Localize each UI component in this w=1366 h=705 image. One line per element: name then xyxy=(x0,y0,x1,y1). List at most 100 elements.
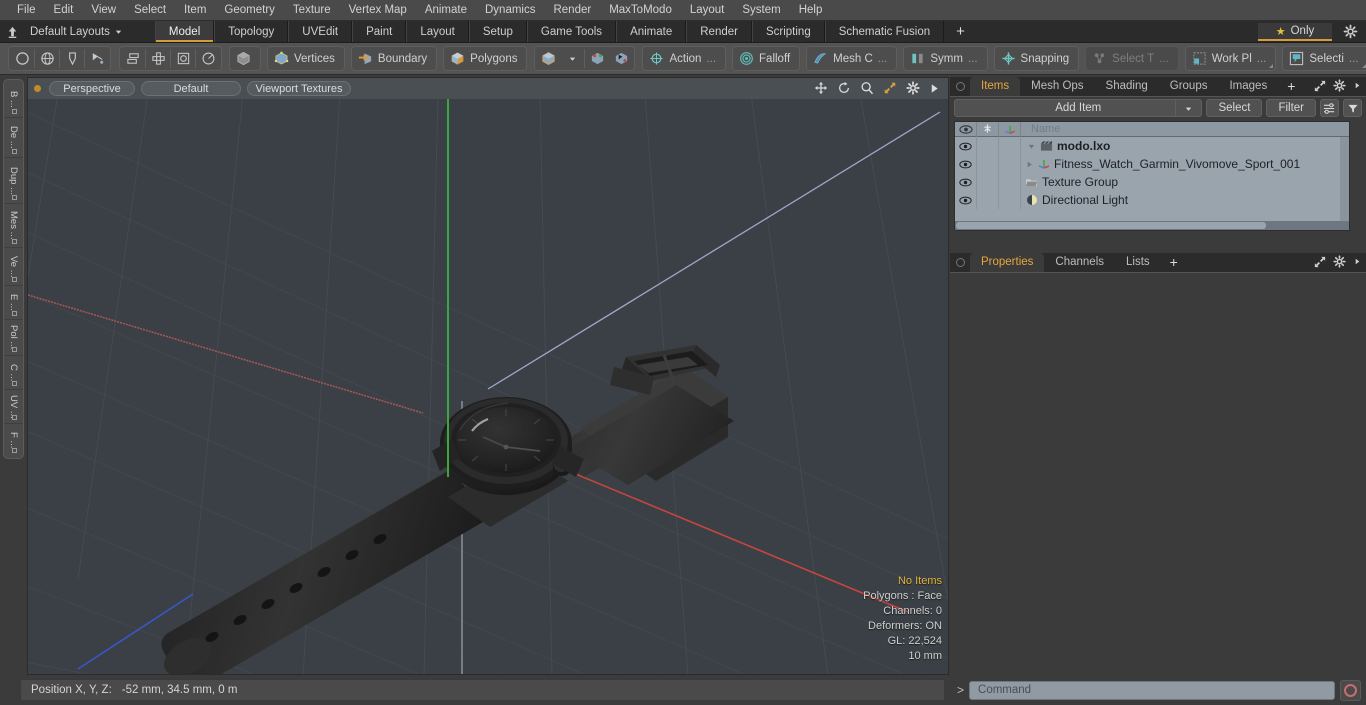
snap-poly-icon[interactable] xyxy=(609,47,633,70)
tab-shading[interactable]: Shading xyxy=(1095,77,1159,96)
menu-item-geometry[interactable]: Geometry xyxy=(215,0,284,21)
add-layout-tab-button[interactable]: + xyxy=(944,21,977,42)
expander-down-icon[interactable] xyxy=(1027,142,1036,151)
default-layouts-dropdown[interactable]: Default Layouts xyxy=(24,21,133,42)
panel-options-dot-icon[interactable] xyxy=(956,258,965,267)
center-icon[interactable] xyxy=(146,47,170,70)
menu-item-texture[interactable]: Texture xyxy=(284,0,340,21)
gear-icon[interactable] xyxy=(1333,79,1346,92)
viewport-textures-dropdown[interactable]: Viewport Textures xyxy=(247,81,351,96)
falloff-button[interactable]: Falloff xyxy=(732,46,801,71)
tab-mesh-ops[interactable]: Mesh Ops xyxy=(1020,77,1094,96)
vtab-polygon[interactable]: Pol ... xyxy=(4,320,23,356)
viewport-canvas[interactable]: Y X xyxy=(28,93,948,674)
command-input[interactable]: Command xyxy=(969,680,1335,700)
menu-item-item[interactable]: Item xyxy=(175,0,215,21)
boundary-mode-button[interactable]: Boundary xyxy=(350,46,438,71)
menu-item-render[interactable]: Render xyxy=(544,0,600,21)
vtab-deform[interactable]: De ... xyxy=(4,118,23,158)
fit-icon[interactable] xyxy=(883,81,897,95)
tab-scripting[interactable]: Scripting xyxy=(751,21,825,42)
menu-item-animate[interactable]: Animate xyxy=(416,0,476,21)
panel-options-dot-icon[interactable] xyxy=(956,82,965,91)
vertices-mode-button[interactable]: Vertices xyxy=(267,46,345,71)
tab-schematic-fusion[interactable]: Schematic Fusion xyxy=(824,21,945,42)
list-item[interactable]: Directional Light xyxy=(1021,193,1128,207)
table-row[interactable]: Fitness_Watch_Garmin_Vivomove_Sport_001 xyxy=(955,155,1349,173)
list-item[interactable]: Texture Group xyxy=(1021,175,1118,189)
expand-icon[interactable] xyxy=(1314,80,1326,92)
tab-images[interactable]: Images xyxy=(1218,77,1278,96)
zoom-icon[interactable] xyxy=(860,81,874,95)
menu-item-system[interactable]: System xyxy=(733,0,789,21)
pen-icon[interactable] xyxy=(60,47,84,70)
tab-paint[interactable]: Paint xyxy=(352,21,407,42)
snapping-button[interactable]: Snapping xyxy=(993,46,1080,71)
action-center-button[interactable]: Action ... xyxy=(642,46,727,71)
record-circle-icon[interactable] xyxy=(1340,679,1361,701)
expander-right-icon[interactable] xyxy=(1025,160,1034,169)
add-properties-tab-button[interactable]: + xyxy=(1161,253,1187,272)
table-row[interactable]: Texture Group xyxy=(955,173,1349,191)
tab-topology[interactable]: Topology xyxy=(214,21,289,42)
play-arrow-icon[interactable] xyxy=(929,83,940,94)
snap-vertex-icon[interactable] xyxy=(585,47,609,70)
vtab-basic[interactable]: B ... xyxy=(4,82,23,118)
rotate-icon[interactable] xyxy=(837,81,851,95)
viewport-3d[interactable]: Perspective Default Viewport Textures No… xyxy=(27,77,949,675)
row-visibility-toggle[interactable] xyxy=(955,191,977,209)
radial-icon[interactable] xyxy=(196,47,220,70)
add-panel-tab-button[interactable]: + xyxy=(1278,77,1304,96)
chevron-right-icon[interactable] xyxy=(1353,81,1362,90)
gear-icon[interactable] xyxy=(1343,24,1358,39)
item-tree[interactable]: Name modo.lxo Fitness_Watch_Garmin_Vivom… xyxy=(954,121,1350,231)
table-row[interactable]: modo.lxo xyxy=(955,137,1349,155)
vtab-fusion[interactable]: F ... xyxy=(4,424,23,456)
tab-lists[interactable]: Lists xyxy=(1115,253,1161,272)
vtab-mesh-edit[interactable]: Mes ... xyxy=(4,204,23,248)
mesh-constraint-button[interactable]: Mesh C ... xyxy=(806,46,898,71)
cube-dropdown-icon[interactable] xyxy=(536,47,560,70)
tab-animate[interactable]: Animate xyxy=(616,21,687,42)
vtab-uv[interactable]: UV ... xyxy=(4,390,23,424)
align-icon[interactable] xyxy=(121,47,145,70)
table-row[interactable]: Directional Light xyxy=(955,191,1349,209)
row-visibility-toggle[interactable] xyxy=(955,155,977,173)
select-through-button[interactable]: Select T ... xyxy=(1085,46,1179,71)
row-visibility-toggle[interactable] xyxy=(955,137,977,155)
selection-set-button[interactable]: Selecti ... xyxy=(1282,46,1366,71)
item-tree-horizontal-scrollbar[interactable] xyxy=(955,221,1349,230)
symmetry-button[interactable]: Symm ... xyxy=(903,46,988,71)
menu-item-file[interactable]: File xyxy=(8,0,45,21)
tab-channels[interactable]: Channels xyxy=(1044,253,1115,272)
menu-item-layout[interactable]: Layout xyxy=(681,0,734,21)
item-tree-vertical-scrollbar[interactable] xyxy=(1340,137,1349,221)
only-toggle-button[interactable]: ★ Only xyxy=(1258,23,1332,41)
list-item[interactable]: Fitness_Watch_Garmin_Vivomove_Sport_001 xyxy=(1021,157,1300,171)
menu-item-maxtomodo[interactable]: MaxToModo xyxy=(600,0,681,21)
globe-icon[interactable] xyxy=(35,47,59,70)
polygons-mode-button[interactable]: Polygons xyxy=(443,46,528,71)
home-layout-icon[interactable] xyxy=(0,21,24,42)
menu-item-select[interactable]: Select xyxy=(125,0,175,21)
vtab-duplicate[interactable]: Dup ... xyxy=(4,158,23,204)
tab-model[interactable]: Model xyxy=(154,21,215,42)
viewport-style-dropdown[interactable]: Default xyxy=(141,81,241,96)
add-item-dropdown-arrow[interactable] xyxy=(1175,99,1201,117)
selection-mode-cube-button[interactable] xyxy=(229,46,261,71)
circle-icon[interactable] xyxy=(10,47,34,70)
menu-item-dynamics[interactable]: Dynamics xyxy=(476,0,544,21)
curve-icon[interactable] xyxy=(85,47,109,70)
gear-icon[interactable] xyxy=(906,81,920,95)
tab-game-tools[interactable]: Game Tools xyxy=(526,21,617,42)
tab-properties[interactable]: Properties xyxy=(970,253,1045,272)
menu-item-view[interactable]: View xyxy=(82,0,125,21)
list-options-icon[interactable] xyxy=(1320,99,1339,117)
add-item-button[interactable]: Add Item xyxy=(954,99,1203,117)
tab-items[interactable]: Items xyxy=(970,77,1021,96)
work-plane-button[interactable]: Work Pl ... xyxy=(1184,46,1277,71)
chevron-right-icon[interactable] xyxy=(1353,257,1362,266)
list-item[interactable]: modo.lxo xyxy=(1021,139,1110,153)
menu-item-help[interactable]: Help xyxy=(790,0,832,21)
filter-button[interactable]: Filter xyxy=(1266,99,1316,117)
